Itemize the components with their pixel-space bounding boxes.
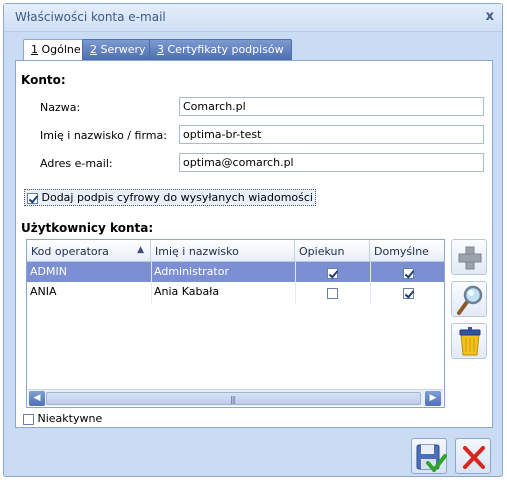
adres-label: Adres e-mail:: [40, 157, 113, 170]
cell-domyslne: [370, 262, 444, 282]
horizontal-scrollbar[interactable]: ◀ ||| ▶: [28, 389, 443, 406]
cell-imie: Administrator: [154, 265, 229, 278]
cell-opiekun: [295, 262, 370, 282]
col-kod-operatora[interactable]: Kod operatora ▲: [27, 240, 151, 262]
signature-label: Dodaj podpis cyfrowy do wysyłanych wiado…: [41, 191, 314, 204]
cell-kod: ADMIN: [30, 265, 67, 278]
opiekun-checkbox[interactable]: [327, 287, 338, 299]
floppy-check-icon: [416, 444, 447, 472]
tab-certyfikaty-label: Certyfikaty podpisów: [164, 43, 284, 56]
add-user-button[interactable]: [451, 239, 487, 275]
imie-field[interactable]: [179, 125, 484, 144]
col-kod-label: Kod operatora: [31, 245, 109, 258]
scroll-grip-icon: |||: [230, 395, 236, 404]
cell-kod: ANIA: [30, 285, 57, 298]
red-x-icon: [463, 446, 485, 469]
trash-bin-icon: [459, 327, 481, 356]
inactive-checkbox-row[interactable]: Nieaktywne: [23, 412, 102, 425]
scroll-left-button[interactable]: ◀: [29, 391, 45, 406]
table-row[interactable]: ADMIN Administrator: [27, 262, 444, 282]
tab-ogolne-number: 1: [31, 43, 38, 56]
tab-certyfikaty-number: 3: [157, 43, 164, 56]
cell-opiekun: [295, 282, 370, 302]
tab-serwery-number: 2: [90, 43, 97, 56]
tab-ogolne[interactable]: 1 Ogólne: [23, 39, 89, 61]
inactive-checkbox[interactable]: [23, 413, 34, 425]
cell-imie: Ania Kabała: [154, 285, 220, 298]
email-field[interactable]: [179, 153, 484, 172]
konto-heading: Konto:: [21, 73, 66, 87]
tab-serwery[interactable]: 2 Serwery: [82, 39, 154, 60]
column-divider: [295, 262, 296, 304]
users-heading: Użytkownicy konta:: [21, 221, 154, 235]
opiekun-checkbox[interactable]: [327, 267, 338, 279]
col-opiekun[interactable]: Opiekun: [295, 240, 370, 262]
title-bar[interactable]: Właściwości konta e-mail x: [4, 4, 502, 32]
signature-checkbox[interactable]: [27, 192, 38, 204]
domyslne-checkbox[interactable]: [402, 267, 414, 279]
scroll-thumb[interactable]: |||: [46, 392, 421, 405]
cancel-button[interactable]: [455, 438, 491, 474]
table-row[interactable]: ANIA Ania Kabała: [27, 282, 444, 302]
sort-asc-icon: ▲: [137, 245, 144, 255]
nazwa-label: Nazwa:: [40, 101, 81, 114]
window-title: Właściwości konta e-mail: [15, 10, 166, 24]
tab-certyfikaty[interactable]: 3 Certyfikaty podpisów: [149, 39, 292, 60]
col-imie-nazwisko[interactable]: Imię i nazwisko: [151, 240, 295, 262]
cell-domyslne: [370, 282, 444, 302]
close-button[interactable]: x: [486, 9, 494, 24]
signature-checkbox-row[interactable]: Dodaj podpis cyfrowy do wysyłanych wiado…: [24, 189, 316, 206]
domyslne-checkbox[interactable]: [402, 287, 414, 299]
scroll-right-button[interactable]: ▶: [425, 391, 441, 406]
plus-icon: [458, 246, 482, 270]
tab-serwery-label: Serwery: [97, 43, 146, 56]
imie-label: Imię i nazwisko / firma:: [40, 129, 167, 142]
table-header: Kod operatora ▲ Imię i nazwisko Opiekun …: [27, 240, 444, 262]
dialog-window: Właściwości konta e-mail x 1 Ogólne 2 Se…: [3, 3, 503, 477]
save-button[interactable]: [411, 438, 447, 474]
magnifier-icon: [457, 285, 483, 315]
column-divider: [370, 262, 371, 304]
preview-button[interactable]: [451, 281, 487, 317]
delete-button[interactable]: [451, 323, 487, 359]
col-domyslne[interactable]: Domyślne: [370, 240, 444, 262]
inactive-label: Nieaktywne: [37, 412, 103, 425]
users-table: Kod operatora ▲ Imię i nazwisko Opiekun …: [26, 239, 445, 408]
column-divider: [151, 262, 152, 304]
nazwa-field[interactable]: [179, 97, 484, 116]
tab-ogolne-label: Ogólne: [38, 43, 81, 56]
tab-panel-ogolne: Konto: Nazwa: Imię i nazwisko / firma: A…: [15, 60, 493, 428]
